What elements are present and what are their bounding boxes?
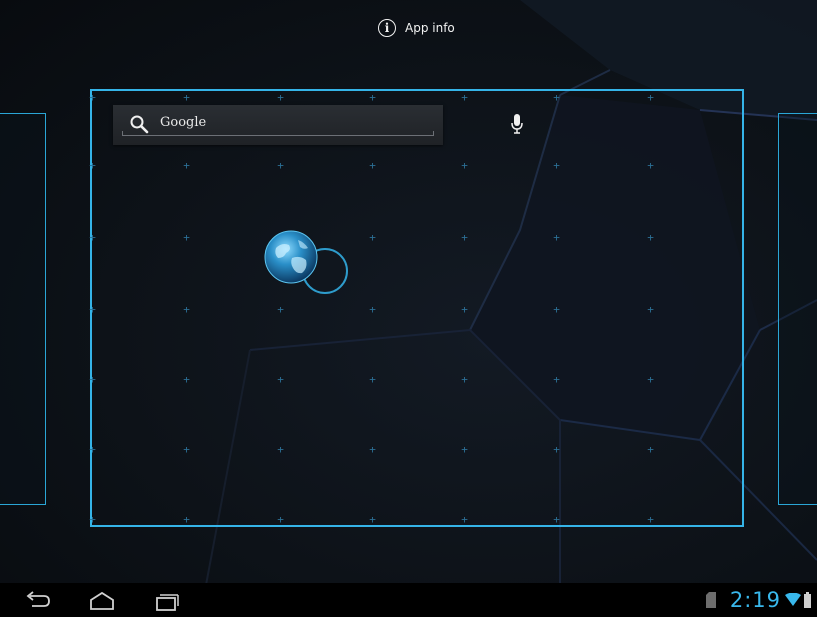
grid-mark: + [277, 91, 284, 104]
sd-card-icon [705, 592, 716, 608]
grid-mark: + [553, 443, 560, 456]
grid-mark: + [369, 231, 376, 244]
grid-mark: + [183, 159, 190, 172]
grid-mark: + [461, 303, 468, 316]
app-info-label: App info [405, 21, 455, 35]
grid-mark: + [647, 231, 654, 244]
grid-mark: + [369, 373, 376, 386]
grid-mark: + [461, 231, 468, 244]
grid-mark: + [369, 513, 376, 526]
grid-mark: + [369, 443, 376, 456]
grid-mark: + [647, 373, 654, 386]
grid-mark: + [277, 513, 284, 526]
back-icon[interactable] [24, 591, 52, 611]
grid-mark: + [277, 443, 284, 456]
wifi-icon [785, 593, 801, 606]
grid-mark: + [647, 303, 654, 316]
system-navigation-bar: 2:19 [0, 583, 817, 617]
next-screen-preview[interactable] [778, 113, 817, 505]
grid-mark: + [461, 91, 468, 104]
app-info-button[interactable]: i App info [378, 15, 455, 41]
google-search-widget[interactable]: Google [113, 105, 523, 145]
browser-globe-icon[interactable] [262, 228, 324, 290]
grid-mark: + [369, 91, 376, 104]
home-screen[interactable]: i App info + + + + + + + + + + + + + + + + + + + + + + + + + + + + +… [0, 0, 817, 617]
grid-mark: + [553, 303, 560, 316]
grid-mark: + [553, 159, 560, 172]
grid-mark: + [89, 303, 96, 316]
grid-mark: + [461, 159, 468, 172]
grid-mark: + [647, 443, 654, 456]
recent-apps-icon[interactable] [152, 591, 180, 611]
grid-mark: + [183, 513, 190, 526]
grid-mark: + [183, 303, 190, 316]
info-icon: i [378, 19, 396, 37]
grid-mark: + [553, 231, 560, 244]
grid-mark: + [89, 373, 96, 386]
grid-mark: + [553, 513, 560, 526]
grid-mark: + [647, 513, 654, 526]
battery-icon [804, 592, 811, 608]
search-widget-label: Google [160, 115, 207, 130]
mic-icon[interactable] [509, 113, 525, 135]
grid-mark: + [647, 159, 654, 172]
grid-mark: + [89, 443, 96, 456]
grid-mark: + [183, 443, 190, 456]
grid-mark: + [183, 231, 190, 244]
grid-mark: + [461, 373, 468, 386]
grid-mark: + [369, 159, 376, 172]
clock: 2:19 [729, 588, 781, 612]
grid-mark: + [461, 513, 468, 526]
grid-mark: + [89, 231, 96, 244]
grid-mark: + [277, 159, 284, 172]
grid-mark: + [277, 303, 284, 316]
grid-mark: + [647, 91, 654, 104]
grid-mark: + [183, 91, 190, 104]
grid-mark: + [369, 303, 376, 316]
status-area[interactable]: 2:19 [705, 588, 811, 612]
grid-mark: + [89, 159, 96, 172]
grid-mark: + [553, 91, 560, 104]
grid-mark: + [553, 373, 560, 386]
home-icon[interactable] [88, 591, 116, 611]
grid-mark: + [461, 443, 468, 456]
search-icon [130, 115, 149, 134]
grid-mark: + [89, 91, 96, 104]
grid-mark: + [89, 513, 96, 526]
search-underline [122, 131, 434, 136]
grid-mark: + [183, 373, 190, 386]
grid-mark: + [277, 373, 284, 386]
previous-screen-preview[interactable] [0, 113, 46, 505]
